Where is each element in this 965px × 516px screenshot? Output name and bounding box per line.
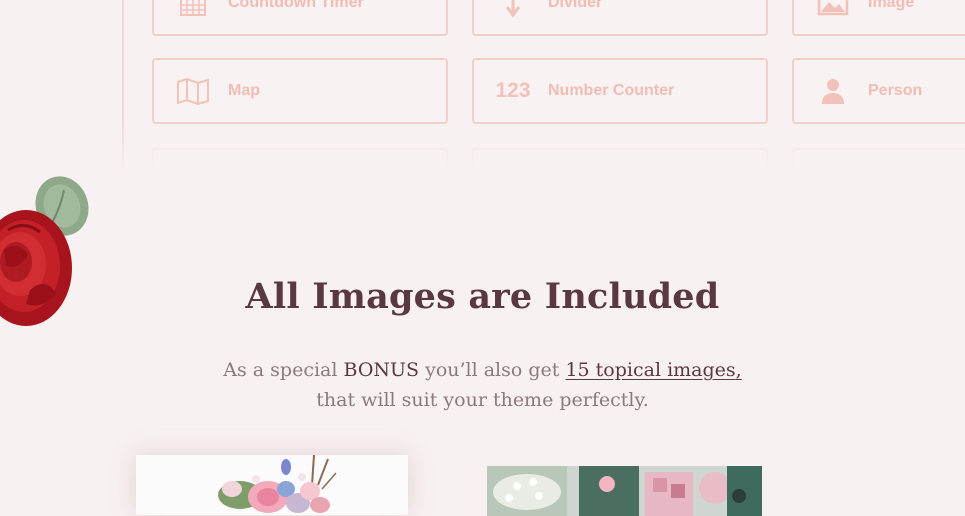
widget-grid: Countdown Timer Divider Image Map 123 Nu…	[0, 0, 965, 175]
widget-card-countdown-timer[interactable]: Countdown Timer	[152, 0, 448, 36]
section-title: All Images are Included	[245, 276, 720, 317]
widget-label: Image	[868, 0, 915, 11]
preview-image-flowers	[136, 455, 408, 515]
description-text: you’ll also get	[419, 359, 566, 381]
calendar-icon	[176, 0, 210, 20]
topical-images-link[interactable]: 15 topical images	[565, 359, 735, 381]
widget-label: Map	[228, 82, 260, 99]
widget-card-faded	[472, 148, 768, 175]
widget-label: Divider	[548, 0, 603, 11]
image-icon	[816, 0, 850, 20]
preview-image-workspace	[487, 466, 762, 516]
description-text-line2: that will suit your theme perfectly.	[316, 389, 649, 411]
widget-card-map[interactable]: Map	[152, 58, 448, 124]
workspace-flowers-image	[487, 466, 762, 516]
widget-card-person[interactable]: Person	[792, 58, 965, 124]
widget-card-faded	[792, 148, 965, 175]
widget-card-divider[interactable]: Divider	[472, 0, 768, 36]
description-text: As a special	[223, 359, 344, 381]
flower-bouquet-image	[218, 455, 337, 513]
person-icon	[816, 74, 850, 108]
section-description: As a special BONUS you’ll also get 15 to…	[0, 355, 965, 415]
number-counter-icon: 123	[495, 79, 531, 102]
widget-card-number-counter[interactable]: 123 Number Counter	[472, 58, 768, 124]
widget-label: Person	[868, 82, 923, 99]
widget-label: Number Counter	[548, 82, 675, 99]
map-icon	[176, 74, 210, 108]
widget-card-image[interactable]: Image	[792, 0, 965, 36]
bonus-text: BONUS	[343, 359, 420, 381]
widget-card-faded	[152, 148, 448, 175]
comma-text: ,	[735, 359, 742, 381]
arrow-down-icon	[496, 0, 530, 20]
divider-line	[122, 0, 124, 170]
widget-label: Countdown Timer	[228, 0, 364, 11]
